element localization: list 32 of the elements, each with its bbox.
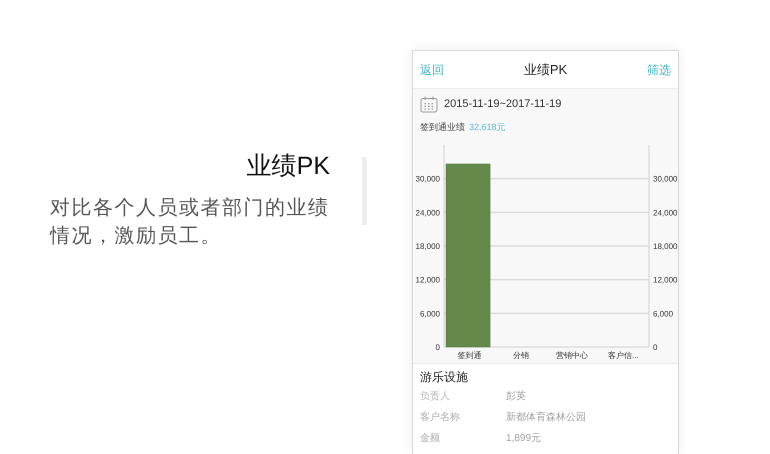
summary-label: 签到通业绩 [420, 121, 465, 134]
category-label: 分销 [512, 351, 529, 360]
category-label: 营销中心 [556, 351, 588, 360]
filter-button[interactable]: 筛选 [647, 60, 671, 78]
axis-label: 12,000 [416, 276, 440, 285]
field-value: 彭英 [506, 390, 526, 404]
axis-label: 0 [436, 343, 440, 352]
nav-title: 业绩PK [524, 60, 568, 79]
intro-description: 对比各个人员或者部门的业绩情况，激励员工。 [50, 196, 330, 249]
date-range: 2015-11-19~2017-11-19 [444, 96, 562, 112]
axis-label: 6,000 [420, 309, 440, 318]
category-label: 签到通 [458, 351, 482, 360]
axis-label: 0 [653, 343, 658, 352]
category-label: 客户信... [608, 351, 639, 360]
axis-label: 12,000 [653, 276, 678, 285]
field-value: 新都体育森林公园 [506, 410, 586, 425]
axis-label: 24,000 [416, 208, 440, 218]
summary-value: 32,618元 [469, 121, 506, 134]
back-button[interactable]: 返回 [420, 60, 444, 78]
axis-label: 30,000 [416, 174, 440, 184]
axis-label: 30,000 [653, 174, 678, 184]
field-label: 客户名称 [420, 410, 461, 425]
axis-label: 6,000 [653, 309, 674, 318]
axis-label: 24,000 [653, 208, 678, 218]
field-label: 负责人 [420, 390, 451, 404]
section-title: 游乐设施 [420, 369, 469, 386]
field-value: 1,899元 [506, 432, 542, 446]
calendar-icon [420, 96, 438, 112]
axis-label: 18,000 [416, 242, 440, 251]
intro-title: 业绩PK [246, 151, 331, 182]
axis-label: 18,000 [653, 242, 678, 251]
field-label: 金额 [420, 432, 441, 446]
